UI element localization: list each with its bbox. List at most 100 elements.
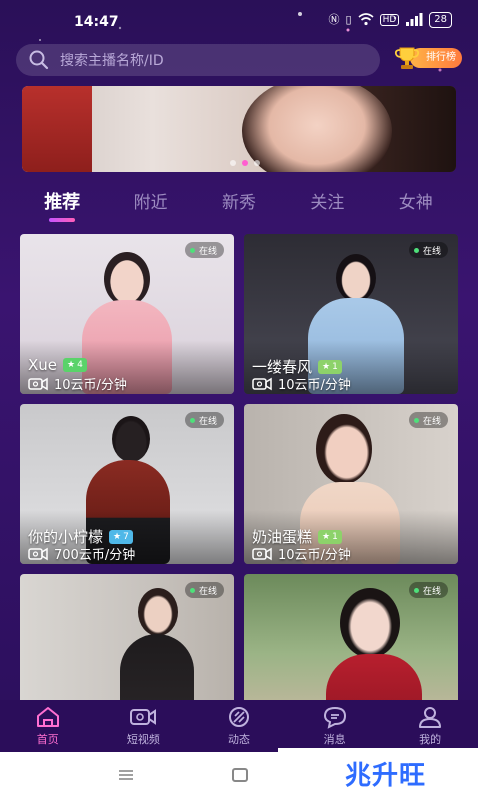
battery-indicator: 28 bbox=[429, 12, 452, 28]
search-placeholder: 搜索主播名称/ID bbox=[60, 53, 164, 69]
bottom-navigation: 首页 短视频 动态 消息 我的 bbox=[0, 700, 478, 752]
online-dot bbox=[413, 417, 419, 423]
search-input[interactable]: 搜索主播名称/ID bbox=[16, 44, 380, 76]
banner-pagination bbox=[230, 160, 260, 166]
nav-profile-label: 我的 bbox=[419, 733, 442, 746]
anchor-price: 700云币/分钟 bbox=[54, 548, 136, 563]
nav-moments[interactable]: 动态 bbox=[204, 705, 274, 747]
ranking-button[interactable]: 排行榜 bbox=[394, 44, 464, 72]
video-call-icon bbox=[252, 377, 272, 390]
signal-icon bbox=[405, 12, 423, 28]
banner-portrait bbox=[242, 86, 392, 172]
star-icon: ★ bbox=[322, 531, 331, 542]
online-dot bbox=[189, 247, 195, 253]
video-call-icon bbox=[28, 377, 48, 390]
online-text: 在线 bbox=[422, 246, 441, 257]
online-dot bbox=[413, 247, 419, 253]
online-text: 在线 bbox=[198, 246, 217, 257]
tab-goddess[interactable]: 女神 bbox=[376, 188, 456, 224]
status-time: 14:47 bbox=[74, 14, 119, 30]
online-badge: 在线 bbox=[408, 412, 448, 428]
hd-badge: HD bbox=[379, 14, 400, 26]
card-price-row: 700云币/分钟 bbox=[28, 544, 135, 563]
online-badge: 在线 bbox=[184, 582, 224, 598]
nav-short-video-label: 短视频 bbox=[126, 733, 160, 746]
tab-recommend[interactable]: 推荐 bbox=[22, 188, 102, 224]
anchor-card[interactable]: 在线 Xue ★ 4 10云币/分钟 bbox=[20, 234, 234, 394]
banner-dot[interactable] bbox=[254, 160, 260, 166]
online-badge: 在线 bbox=[184, 242, 224, 258]
online-badge: 在线 bbox=[184, 412, 224, 428]
card-price-row: 10云币/分钟 bbox=[252, 374, 351, 393]
anchor-price: 10云币/分钟 bbox=[54, 378, 127, 393]
trophy-icon bbox=[394, 47, 420, 69]
level-value: 1 bbox=[332, 361, 338, 372]
tab-newcomer[interactable]: 新秀 bbox=[199, 188, 279, 224]
video-call-icon bbox=[252, 547, 272, 560]
anchor-card[interactable]: 在线 一缕春风 ★ 1 10云币/分钟 bbox=[244, 234, 458, 394]
online-text: 在线 bbox=[422, 416, 441, 427]
anchor-name: Xue bbox=[28, 356, 58, 374]
promo-banner[interactable] bbox=[22, 86, 456, 172]
anchor-card[interactable]: 在线 奶油蛋糕 ★ 1 10云币/分钟 bbox=[244, 404, 458, 564]
anchor-grid: 在线 Xue ★ 4 10云币/分钟 在线 一缕春风 ★ 1 10云币/分钟 在… bbox=[20, 234, 458, 734]
online-text: 在线 bbox=[198, 416, 217, 427]
online-text: 在线 bbox=[198, 586, 217, 597]
level-badge: ★ 1 bbox=[318, 359, 342, 374]
level-badge: ★ 1 bbox=[318, 529, 342, 544]
star-icon: ★ bbox=[113, 531, 122, 542]
online-dot bbox=[413, 587, 419, 593]
star-icon: ★ bbox=[322, 361, 331, 372]
moments-icon bbox=[228, 707, 249, 727]
card-name-row: Xue ★ 4 bbox=[28, 356, 87, 374]
banner-dot[interactable] bbox=[230, 160, 236, 166]
watermark-logo: 兆升旺 bbox=[278, 748, 478, 798]
home-button-icon[interactable] bbox=[232, 768, 248, 782]
nav-home[interactable]: 首页 bbox=[13, 705, 83, 747]
card-photo-head bbox=[112, 416, 150, 462]
banner-dot-active[interactable] bbox=[242, 160, 248, 166]
nav-profile[interactable]: 我的 bbox=[395, 705, 465, 747]
anchor-price: 10云币/分钟 bbox=[278, 378, 351, 393]
recent-apps-icon[interactable] bbox=[118, 769, 134, 781]
wifi-icon bbox=[358, 12, 374, 28]
card-photo-head bbox=[340, 588, 400, 658]
vibrate-icon: ▯ bbox=[345, 13, 352, 26]
online-badge: 在线 bbox=[408, 242, 448, 258]
online-badge: 在线 bbox=[408, 582, 448, 598]
level-badge: ★ 4 bbox=[63, 358, 87, 372]
card-price-row: 10云币/分钟 bbox=[252, 544, 351, 563]
level-value: 1 bbox=[332, 531, 338, 542]
level-badge: ★ 7 bbox=[109, 529, 133, 544]
nav-home-label: 首页 bbox=[36, 733, 59, 746]
card-price-row: 10云币/分钟 bbox=[28, 374, 127, 393]
nav-moments-label: 动态 bbox=[227, 733, 250, 746]
level-value: 7 bbox=[123, 531, 129, 542]
card-photo-head bbox=[336, 254, 376, 302]
online-dot bbox=[189, 587, 195, 593]
card-photo-head bbox=[138, 588, 178, 636]
card-photo-head bbox=[316, 414, 372, 484]
anchor-card[interactable]: 在线 你的小柠檬 ★ 7 700云币/分钟 bbox=[20, 404, 234, 564]
online-dot bbox=[189, 417, 195, 423]
video-icon bbox=[130, 709, 157, 725]
anchor-price: 10云币/分钟 bbox=[278, 548, 351, 563]
online-text: 在线 bbox=[422, 586, 441, 597]
home-icon bbox=[36, 707, 59, 727]
banner-left-panel bbox=[22, 86, 92, 172]
card-photo-head bbox=[104, 252, 150, 306]
status-bar: 14:47 Ⓝ ▯ HD 28 bbox=[0, 8, 478, 36]
app-screen: 14:47 Ⓝ ▯ HD 28 搜索主播名称/ID 排行榜 推荐 附近 新秀 关… bbox=[0, 0, 478, 752]
message-icon bbox=[323, 706, 346, 729]
nav-short-video[interactable]: 短视频 bbox=[108, 705, 178, 747]
tab-nearby[interactable]: 附近 bbox=[111, 188, 191, 224]
level-value: 4 bbox=[77, 360, 83, 370]
profile-icon bbox=[419, 707, 442, 728]
category-tabs: 推荐 附近 新秀 关注 女神 bbox=[0, 188, 478, 224]
status-icons: Ⓝ ▯ HD 28 bbox=[329, 12, 452, 28]
tab-following[interactable]: 关注 bbox=[287, 188, 367, 224]
nav-messages[interactable]: 消息 bbox=[300, 705, 370, 747]
star-icon: ★ bbox=[67, 360, 76, 370]
nav-messages-label: 消息 bbox=[323, 733, 346, 746]
search-icon bbox=[29, 50, 49, 70]
